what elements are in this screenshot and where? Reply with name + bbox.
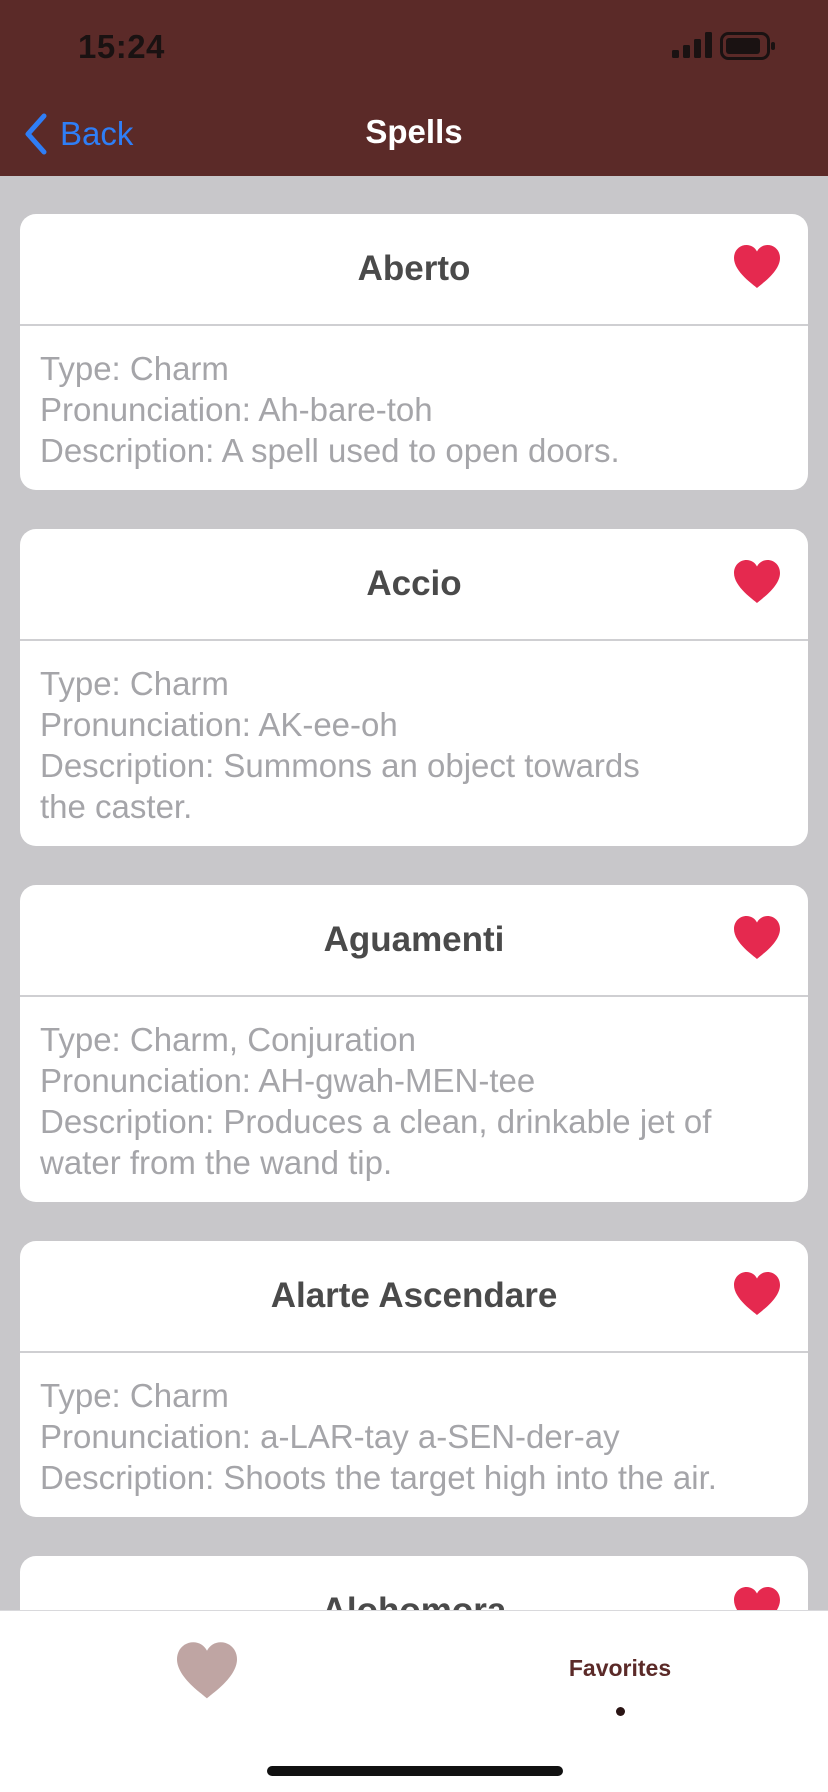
heart-icon[interactable] [732, 915, 782, 961]
heart-icon[interactable] [732, 1271, 782, 1317]
spell-details: Type: Charm, Conjuration Pronunciation: … [20, 997, 808, 1202]
battery-icon [720, 32, 775, 60]
spell-pronunciation: Pronunciation: a-LAR-tay a-SEN-der-ay [40, 1418, 620, 1455]
spell-name: Alohomora [20, 1556, 808, 1610]
spell-card: Aguamenti Type: Charm, Conjuration Pronu… [20, 885, 808, 1202]
spell-name: Aguamenti [323, 920, 505, 959]
spell-card-header: Accio [20, 529, 808, 641]
spell-type: Type: Charm [40, 1377, 229, 1414]
spell-details: Type: Charm Pronunciation: Ah-bare-toh D… [20, 326, 808, 490]
spell-card-header: Aguamenti [20, 885, 808, 997]
spell-card: Aberto Type: Charm Pronunciation: Ah-bar… [20, 214, 808, 490]
navigation-header: 15:24 Back Spells [0, 0, 828, 176]
spell-pronunciation: Pronunciation: AK-ee-oh [40, 706, 398, 743]
spell-card: Alarte Ascendare Type: Charm Pronunciati… [20, 1241, 808, 1517]
cellular-signal-icon [672, 32, 712, 58]
spell-pronunciation: Pronunciation: Ah-bare-toh [40, 391, 433, 428]
spell-description: Description: A spell used to open doors. [40, 432, 620, 469]
status-time: 15:24 [78, 28, 165, 65]
spell-card: Alohomora [20, 1556, 808, 1610]
active-tab-indicator [616, 1707, 625, 1716]
tab-favorites[interactable]: Favorites [520, 1655, 720, 1682]
home-indicator[interactable] [267, 1766, 563, 1776]
spell-card: Accio Type: Charm Pronunciation: AK-ee-o… [20, 529, 808, 846]
heart-icon[interactable] [732, 244, 782, 290]
spell-name: Alarte Ascendare [270, 1276, 558, 1315]
spell-card-header: Alarte Ascendare [20, 1241, 808, 1353]
spell-pronunciation: Pronunciation: AH-gwah-MEN-tee [40, 1062, 536, 1099]
heart-icon[interactable] [732, 559, 782, 605]
spell-description: Description: Produces a clean, drinkable… [40, 1103, 712, 1181]
spell-details: Type: Charm Pronunciation: a-LAR-tay a-S… [20, 1353, 808, 1517]
spell-description: Description: Shoots the target high into… [40, 1459, 717, 1496]
spell-list[interactable]: Aberto Type: Charm Pronunciation: Ah-bar… [0, 176, 828, 1610]
heart-icon[interactable] [174, 1641, 240, 1701]
spell-card-header: Aberto [20, 214, 808, 326]
spell-name: Accio [366, 564, 462, 603]
spell-details: Type: Charm Pronunciation: AK-ee-oh Desc… [20, 641, 808, 846]
spell-type: Type: Charm, Conjuration [40, 1021, 417, 1058]
page-title: Spells [365, 113, 463, 150]
tab-bar: Favorites [0, 1610, 828, 1792]
spell-description: Description: Summons an object towards t… [40, 747, 640, 825]
spell-type: Type: Charm [40, 350, 229, 387]
spell-name: Aberto [357, 249, 471, 288]
spell-type: Type: Charm [40, 665, 229, 702]
spell-card-header: Alohomora [20, 1556, 808, 1610]
heart-icon[interactable] [732, 1586, 782, 1610]
